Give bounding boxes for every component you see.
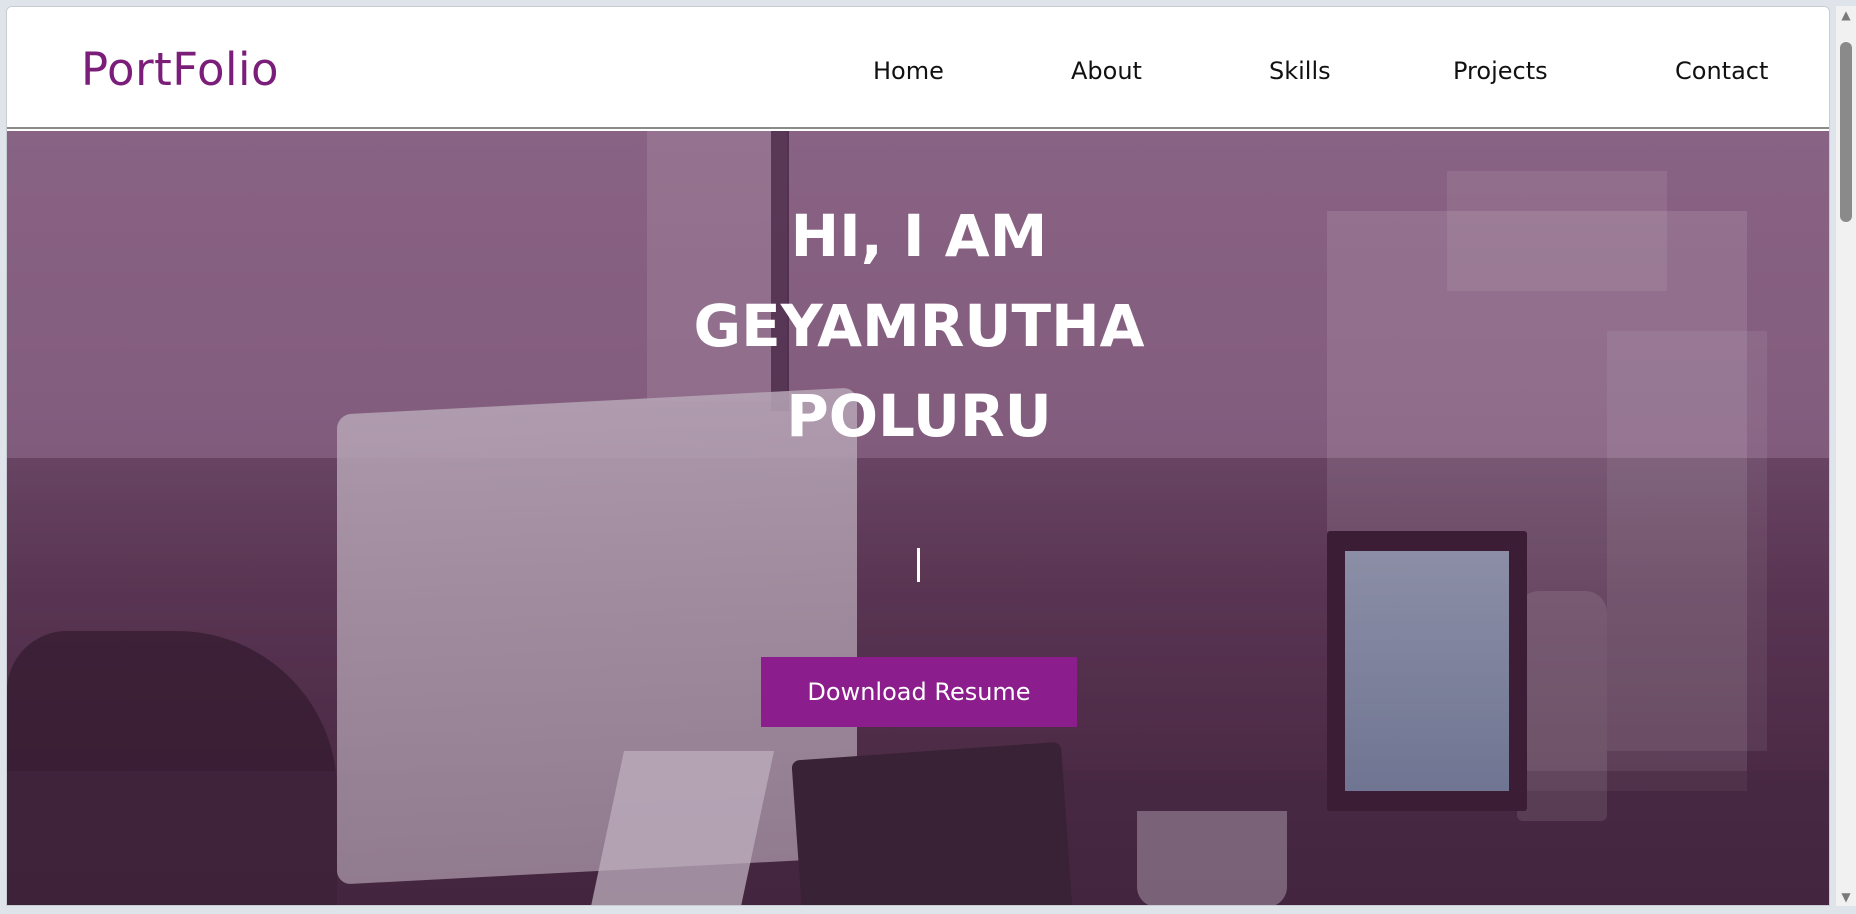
background-picture xyxy=(1345,551,1509,791)
background-bottle xyxy=(1517,591,1607,821)
nav-about[interactable]: About xyxy=(1071,57,1142,85)
hero-title-line-3: POLURU xyxy=(786,382,1052,450)
nav-skills[interactable]: Skills xyxy=(1269,57,1331,85)
page-scrollbar[interactable]: ▲ ▼ xyxy=(1836,6,1856,906)
nav-contact[interactable]: Contact xyxy=(1675,57,1768,85)
triangle-up-icon[interactable]: ▲ xyxy=(1839,8,1853,22)
download-resume-button[interactable]: Download Resume xyxy=(761,657,1077,727)
triangle-down-icon[interactable]: ▼ xyxy=(1839,890,1853,904)
browser-window: PortFolio Home About Skills Projects Con… xyxy=(6,6,1830,906)
background-laptop xyxy=(791,741,1073,905)
hero-section: HI, I AM GEYAMRUTHA POLURU Download Resu… xyxy=(7,131,1829,905)
nav-projects[interactable]: Projects xyxy=(1453,57,1548,85)
navbar: PortFolio Home About Skills Projects Con… xyxy=(7,7,1829,129)
nav-home[interactable]: Home xyxy=(873,57,944,85)
hero-title-line-1: HI, I AM xyxy=(790,202,1048,270)
typing-cursor xyxy=(917,548,920,582)
main-nav: Home About Skills Projects Contact xyxy=(7,57,1829,91)
scrollbar-thumb[interactable] xyxy=(1840,42,1852,222)
background-plant-pot xyxy=(1137,811,1287,905)
background-monitor xyxy=(337,387,857,885)
hero-title: HI, I AM GEYAMRUTHA POLURU xyxy=(7,191,1829,461)
hero-title-line-2: GEYAMRUTHA xyxy=(693,292,1145,360)
